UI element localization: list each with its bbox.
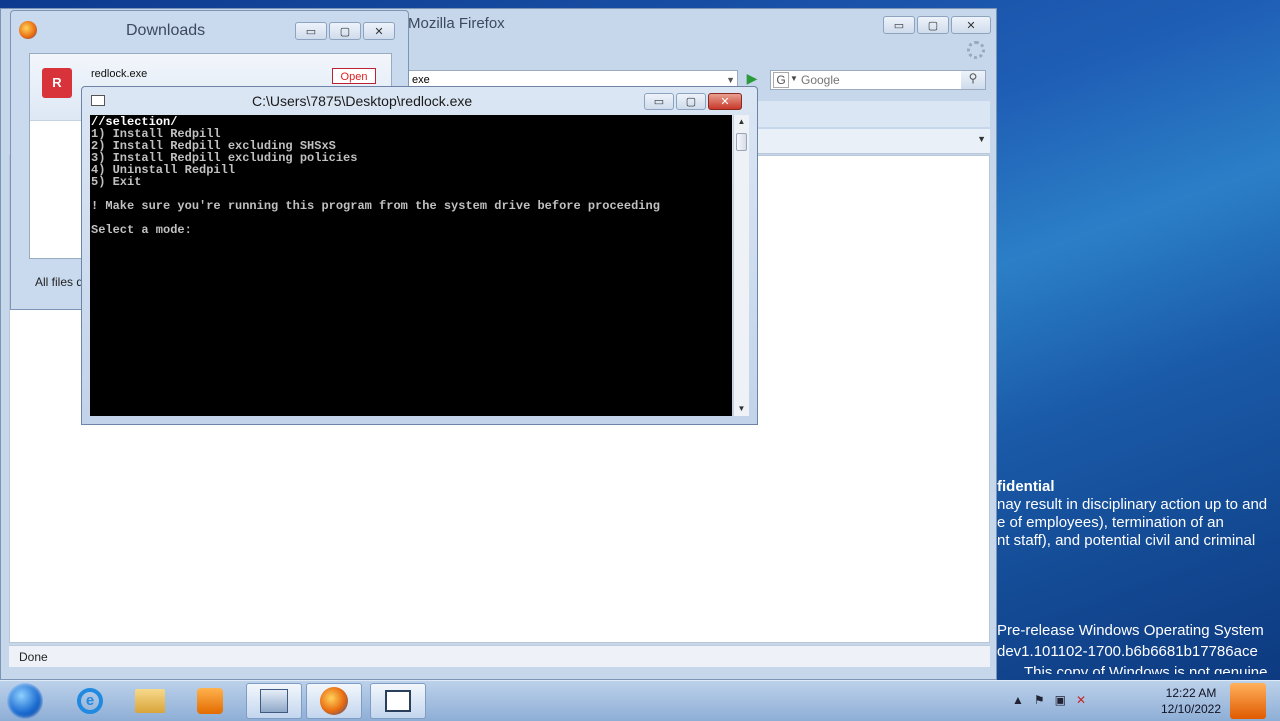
show-desktop-button[interactable] xyxy=(1230,683,1266,719)
scroll-up-arrow-icon[interactable]: ▲ xyxy=(734,115,749,129)
console-maximize-button[interactable]: ▢ xyxy=(676,93,706,110)
console-window: C:\Users\7875\Desktop\redlock.exe ▭ ▢ ✕ … xyxy=(81,86,758,425)
search-magnifier-icon[interactable]: ⚲ xyxy=(961,71,985,89)
mouse-pointer-icon xyxy=(548,242,555,260)
build-line-2: dev1.101102-1700.b6b6681b17786ace xyxy=(997,643,1258,660)
clock-time: 12:22 AM xyxy=(1165,686,1217,700)
network-icon[interactable]: ▣ xyxy=(1055,693,1066,707)
google-engine-icon[interactable]: G xyxy=(773,72,789,88)
download-filename: redlock.exe xyxy=(91,68,148,80)
media-player-icon xyxy=(197,688,223,714)
build-line-3: This copy of Windows is not genuine xyxy=(1024,664,1268,674)
taskbar-console[interactable] xyxy=(370,683,426,719)
console-title: C:\Users\7875\Desktop\redlock.exe xyxy=(252,93,473,109)
volume-muted-icon[interactable]: ✕ xyxy=(1076,693,1086,707)
firefox-logo-icon xyxy=(19,21,37,39)
firefox-icon xyxy=(320,687,348,715)
firefox-minimize-button[interactable]: ▭ xyxy=(883,16,915,34)
firefox-window-controls: ▭ ▢ ✕ xyxy=(883,16,991,34)
taskbar: e ▲ ⚑ ▣ ✕ 12:22 AM 12/10/2022 xyxy=(0,680,1280,721)
start-button[interactable] xyxy=(7,683,43,719)
open-button[interactable]: Open xyxy=(332,68,376,84)
search-box: G ▼ ⚲ xyxy=(770,70,986,90)
url-text: exe xyxy=(412,74,430,86)
taskbar-explorer[interactable] xyxy=(122,683,178,719)
clock-date: 12/10/2022 xyxy=(1160,702,1222,716)
taskbar-internet-explorer[interactable]: e xyxy=(62,683,118,719)
console-scrollbar[interactable]: ▲ ▼ xyxy=(733,115,749,416)
system-tray: ▲ ⚑ ▣ ✕ xyxy=(1012,693,1086,707)
loading-throbber-icon xyxy=(967,41,985,59)
redlock-file-icon: R xyxy=(42,68,72,98)
action-center-flag-icon[interactable]: ⚑ xyxy=(1034,693,1045,707)
remote-desktop-icon xyxy=(260,689,288,713)
downloads-maximize-button[interactable]: ▢ xyxy=(329,22,361,40)
firefox-maximize-button[interactable]: ▢ xyxy=(917,16,949,34)
folder-icon xyxy=(135,689,165,713)
tray-expand-icon[interactable]: ▲ xyxy=(1012,693,1024,707)
taskbar-remote-desktop[interactable] xyxy=(246,683,302,719)
watermark-line-4: nt staff), and potential civil and crimi… xyxy=(997,532,1256,549)
taskbar-media-player[interactable] xyxy=(182,683,238,719)
status-bar: Done xyxy=(9,645,990,667)
console-close-button[interactable]: ✕ xyxy=(708,93,742,110)
firefox-title: Mozilla Firefox xyxy=(408,15,505,32)
console-text: //selection/ 1) Install Redpill 2) Insta… xyxy=(90,115,732,236)
downloads-title: Downloads xyxy=(126,22,206,39)
scroll-thumb[interactable] xyxy=(736,133,747,151)
firefox-close-button[interactable]: ✕ xyxy=(951,16,991,34)
status-text: Done xyxy=(19,650,48,664)
console-icon xyxy=(385,690,411,712)
search-input[interactable] xyxy=(801,73,951,87)
taskbar-firefox[interactable] xyxy=(306,683,362,719)
build-line-1: Pre-release Windows Operating System xyxy=(997,622,1264,639)
downloads-close-button[interactable]: ✕ xyxy=(363,22,395,40)
scroll-down-arrow-icon[interactable]: ▼ xyxy=(734,402,749,416)
downloads-footer-text: All files d xyxy=(35,275,84,289)
internet-explorer-icon: e xyxy=(77,688,103,714)
console-output[interactable]: //selection/ 1) Install Redpill 2) Insta… xyxy=(90,115,732,416)
engine-dropdown-icon[interactable]: ▼ xyxy=(790,74,798,83)
clock[interactable]: 12:22 AM 12/10/2022 xyxy=(1156,685,1226,717)
watermark-line-2: nay result in disciplinary action up to … xyxy=(997,496,1268,513)
watermark-line-3: e of employees), termination of an xyxy=(997,514,1224,531)
downloads-minimize-button[interactable]: ▭ xyxy=(295,22,327,40)
downloads-window-controls: ▭ ▢ ✕ xyxy=(295,22,395,40)
console-system-icon[interactable] xyxy=(91,95,105,106)
console-line: Select a mode: xyxy=(91,223,192,237)
console-line: ! Make sure you're running this program … xyxy=(91,199,660,213)
watermark-line-1: fidential xyxy=(997,478,1055,495)
tab-list-chevron-icon[interactable]: ▼ xyxy=(977,134,986,144)
console-line: 5) Exit xyxy=(91,175,142,189)
console-window-controls: ▭ ▢ ✕ xyxy=(644,93,742,110)
console-minimize-button[interactable]: ▭ xyxy=(644,93,674,110)
